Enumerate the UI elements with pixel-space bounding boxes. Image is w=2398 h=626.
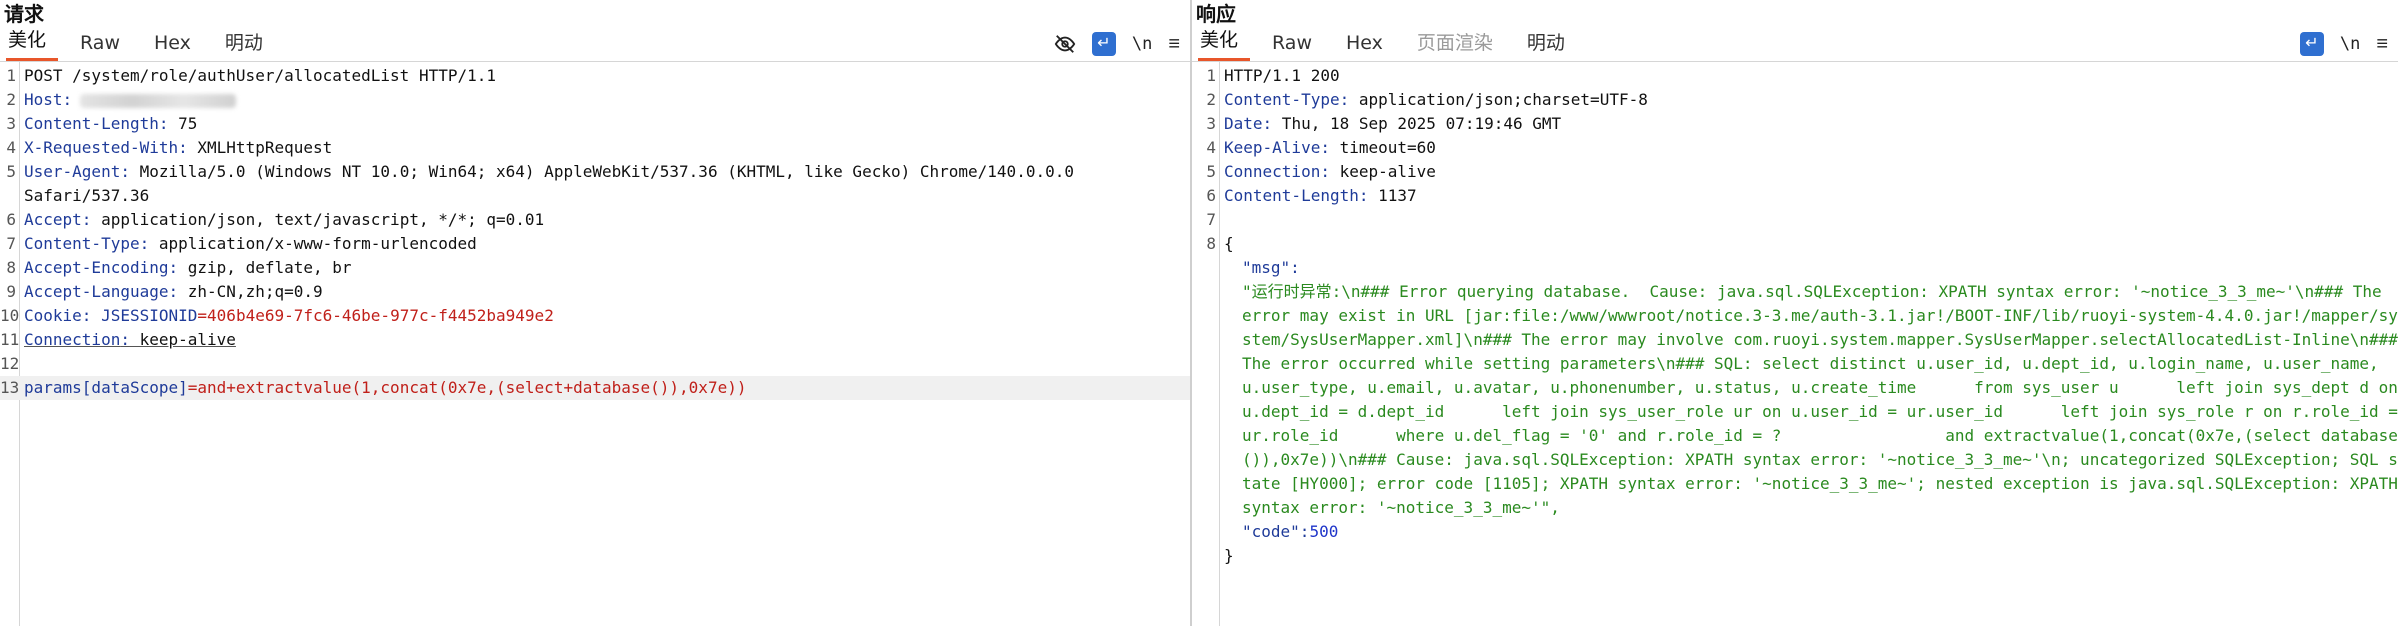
response-tab-pretty[interactable]: 美化 (1198, 28, 1251, 61)
request-line: 1 POST /system/role/authUser/allocatedLis… (6, 66, 497, 85)
request-tab-explain[interactable]: 明动 (223, 31, 275, 61)
json-msg-key: "msg": (1242, 258, 1300, 277)
request-title: 请求 (4, 2, 44, 26)
request-line: 10 Cookie: JSESSIONID=406b4e69-7fc6-46be-… (0, 306, 554, 325)
response-header-line: 4 Keep-Alive: timeout=60 (1206, 138, 1436, 157)
hide-eye-icon[interactable] (1054, 32, 1076, 56)
request-line-body: 13 params[dataScope]=and+extractvalue(1,c… (0, 376, 1190, 400)
request-line: 8 Accept-Encoding: gzip, deflate, br (6, 258, 352, 277)
menu-icon[interactable]: ≡ (2376, 32, 2388, 56)
request-line: 7 Content-Type: application/x-www-form-ur… (6, 234, 477, 253)
request-line: 9 Accept-Language: zh-CN,zh;q=0.9 (6, 282, 323, 301)
redacted-host (80, 93, 237, 108)
response-tab-render[interactable]: 页面渲染 (1415, 31, 1505, 61)
request-lines: 1 POST /system/role/authUser/allocatedLis… (0, 64, 1190, 400)
response-title: 响应 (1196, 2, 1236, 26)
response-tab-raw[interactable]: Raw (1270, 31, 1324, 61)
request-tab-pretty[interactable]: 美化 (6, 28, 59, 61)
response-body-open: 8{ (1206, 234, 1234, 253)
request-line: 11 Connection: keep-alive (0, 330, 236, 349)
response-body-close: } (1224, 546, 1234, 565)
request-line: 5 User-Agent: Mozilla/5.0 (Windows NT 10.… (6, 162, 1074, 181)
response-toolbar: ↵ \n ≡ (2299, 32, 2388, 56)
response-tab-explain[interactable]: 明动 (1525, 31, 1577, 61)
request-toolbar: ↵ \n ≡ (1054, 32, 1180, 56)
newline-toggle-icon[interactable]: \n (2340, 32, 2360, 56)
response-tab-hex[interactable]: Hex (1344, 31, 1395, 61)
request-line: 6 Accept: application/json, text/javascri… (6, 210, 545, 229)
response-tabbar: 美化 Raw Hex 页面渲染 明动 ↵ \n ≡ (1192, 28, 2398, 62)
json-msg-value: "运行时异常:\n### Error querying database. Ca… (1242, 282, 2398, 517)
response-editor[interactable]: 1 HTTP/1.1 200 2 Content-Type: application… (1192, 62, 2398, 626)
menu-icon[interactable]: ≡ (1168, 32, 1180, 56)
request-pane: 请求 美化 Raw Hex 明动 ↵ \n ≡ 1 POST /system/ro… (0, 0, 1190, 626)
response-header-line: 3 Date: Thu, 18 Sep 2025 07:19:46 GMT (1206, 114, 1562, 133)
request-line-continuation: Safari/537.36 (24, 186, 150, 205)
request-line: 3 Content-Length: 75 (6, 114, 198, 133)
request-line: 4 X-Requested-With: XMLHttpRequest (6, 138, 333, 157)
response-lines: 1 HTTP/1.1 200 2 Content-Type: application… (1192, 64, 2398, 568)
wrap-toggle-icon[interactable]: ↵ (1091, 32, 1116, 56)
request-tabbar: 美化 Raw Hex 明动 ↵ \n ≡ (0, 28, 1190, 62)
request-tab-hex[interactable]: Hex (152, 31, 203, 61)
response-header-line: 2 Content-Type: application/json;charset=… (1206, 90, 1648, 109)
request-line: 2 Host: (0, 88, 1190, 112)
response-header-line: 6 Content-Length: 1137 (1206, 186, 1417, 205)
request-tab-raw[interactable]: Raw (78, 31, 132, 61)
json-code-entry: "code":500 (1242, 522, 1339, 541)
response-status-line: 1 HTTP/1.1 200 (1206, 66, 1340, 85)
request-editor[interactable]: 1 POST /system/role/authUser/allocatedLis… (0, 62, 1190, 626)
newline-toggle-icon[interactable]: \n (1132, 32, 1152, 56)
wrap-toggle-icon[interactable]: ↵ (2299, 32, 2324, 56)
response-blank-line: 7 (1206, 210, 1216, 229)
response-header-line: 5 Connection: keep-alive (1206, 162, 1436, 181)
request-line: 12 (0, 354, 20, 373)
response-pane: 响应 美化 Raw Hex 页面渲染 明动 ↵ \n ≡ 1 HTTP/1.1 2… (1192, 0, 2398, 626)
